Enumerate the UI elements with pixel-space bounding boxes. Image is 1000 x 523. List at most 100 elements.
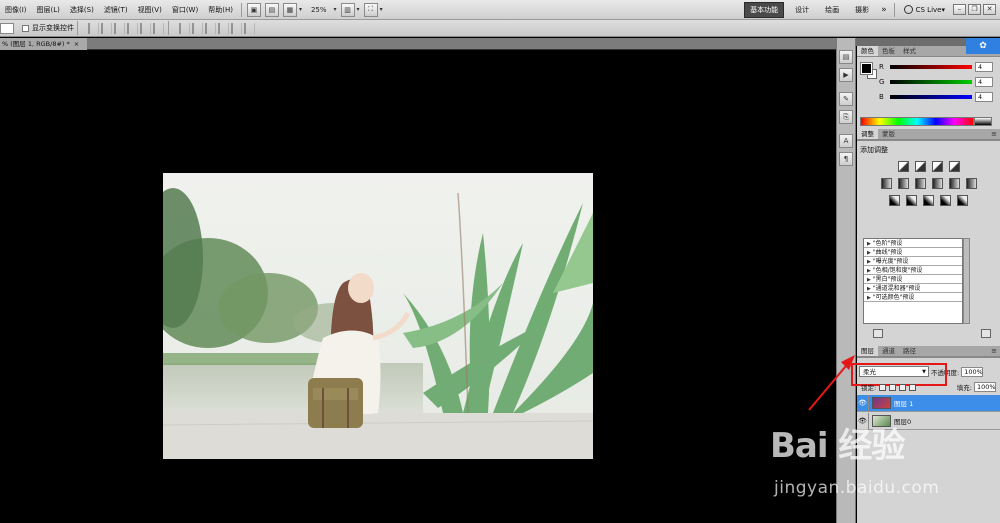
menu-window[interactable]: 窗口(W)	[167, 0, 203, 20]
posterize-icon[interactable]	[906, 195, 917, 206]
distribute-vcenter-icon[interactable]	[192, 22, 203, 34]
blue-slider[interactable]	[890, 95, 972, 99]
chevron-down-icon[interactable]: ▾	[380, 6, 383, 13]
align-vcenter-icon[interactable]	[101, 22, 112, 34]
menu-view[interactable]: 视图(V)	[133, 0, 167, 20]
preset-levels[interactable]: ▶ "色阶"预设	[864, 239, 962, 248]
preset-selective-color[interactable]: ▶ "可选颜色"预设	[864, 293, 962, 302]
chevron-down-icon[interactable]: ▾	[334, 6, 337, 13]
more-workspaces-button[interactable]: »	[881, 5, 887, 15]
selective-color-icon[interactable]	[957, 195, 968, 206]
auto-select-dropdown[interactable]	[0, 22, 14, 34]
tab-swatches[interactable]: 色板	[878, 46, 899, 56]
channel-mixer-icon[interactable]	[965, 178, 977, 189]
tab-masks[interactable]: 蒙版	[878, 129, 899, 139]
green-slider[interactable]	[890, 80, 972, 84]
align-left-icon[interactable]	[127, 22, 138, 34]
color-balance-icon[interactable]	[914, 178, 926, 189]
tab-adjustments[interactable]: 调整	[857, 129, 878, 139]
foreground-color-swatch[interactable]	[860, 62, 873, 75]
tab-channels[interactable]: 通道	[878, 346, 899, 356]
layer-row[interactable]: 👁 图层 1	[857, 394, 1000, 412]
close-tab-icon[interactable]: ×	[74, 40, 79, 48]
tab-color[interactable]: 颜色	[857, 46, 878, 56]
panel-menu-icon[interactable]: ≡	[991, 130, 997, 138]
color-spectrum-bar[interactable]	[860, 117, 974, 126]
arrange-documents-icon[interactable]: ▥	[340, 2, 355, 17]
workspace-essentials[interactable]: 基本功能	[744, 1, 785, 18]
exposure-icon[interactable]	[948, 161, 960, 172]
black-white-icon[interactable]	[931, 178, 943, 189]
baidu-share-icon[interactable]: ✿	[966, 38, 1000, 54]
checkbox-box[interactable]	[22, 24, 29, 32]
history-icon[interactable]: ▤	[839, 50, 853, 64]
menu-layer[interactable]: 图层(L)	[32, 0, 65, 20]
tab-layers[interactable]: 图层	[857, 346, 878, 356]
workspace-painting[interactable]: 绘画	[820, 3, 844, 17]
lock-transparent-icon[interactable]	[879, 383, 887, 391]
distribute-left-icon[interactable]	[218, 22, 229, 34]
grayscale-ramp[interactable]	[974, 117, 992, 126]
new-layer-icon[interactable]	[981, 329, 991, 338]
gradient-map-icon[interactable]	[940, 195, 951, 206]
actions-icon[interactable]: ▶	[839, 68, 853, 82]
distribute-bottom-icon[interactable]	[205, 22, 216, 34]
curves-icon[interactable]	[931, 161, 943, 172]
red-value[interactable]: 4	[975, 62, 993, 72]
paragraph-icon[interactable]: ¶	[839, 152, 853, 166]
fill-input[interactable]: 100%	[974, 382, 996, 392]
red-slider[interactable]	[890, 65, 972, 69]
character-icon[interactable]: A	[839, 134, 853, 148]
workspace-design[interactable]: 设计	[790, 3, 814, 17]
canvas-area[interactable]	[0, 51, 836, 523]
green-value[interactable]: 4	[975, 77, 993, 87]
threshold-icon[interactable]	[923, 195, 934, 206]
zoom-level[interactable]: 25%	[308, 6, 330, 14]
hue-saturation-icon[interactable]	[897, 178, 909, 189]
distribute-top-icon[interactable]	[179, 22, 190, 34]
opacity-input[interactable]: 100%	[961, 366, 984, 377]
photo-filter-icon[interactable]	[948, 178, 960, 189]
document-tab[interactable]: % (图层 1, RGB/8#) * ×	[0, 38, 88, 50]
align-bottom-icon[interactable]	[114, 22, 125, 34]
minibridge-icon[interactable]: ▤	[264, 2, 279, 17]
lock-position-icon[interactable]	[899, 383, 907, 391]
restore-icon[interactable]: ❐	[968, 4, 981, 15]
panel-menu-icon[interactable]: ≡	[991, 347, 997, 355]
align-hcenter-icon[interactable]	[140, 22, 151, 34]
preset-hue-saturation[interactable]: ▶ "色相/饱和度"预设	[864, 266, 962, 275]
tab-paths[interactable]: 路径	[899, 346, 920, 356]
chevron-down-icon[interactable]: ▾	[357, 6, 360, 13]
preset-scrollbar[interactable]	[963, 238, 970, 324]
minimize-icon[interactable]: –	[953, 4, 966, 15]
view-extras-icon[interactable]: ▦	[282, 2, 297, 17]
levels-icon[interactable]	[914, 161, 926, 172]
menu-filter[interactable]: 滤镜(T)	[99, 0, 133, 20]
tab-styles[interactable]: 样式	[899, 46, 920, 56]
lock-image-icon[interactable]	[889, 383, 897, 391]
chevron-down-icon[interactable]: ▾	[299, 6, 302, 13]
close-icon[interactable]: ✕	[983, 4, 996, 15]
brightness-contrast-icon[interactable]	[897, 161, 909, 172]
clone-source-icon[interactable]: ⎘	[839, 110, 853, 124]
cs-live-button[interactable]: CS Live ▾	[903, 5, 945, 14]
show-transform-checkbox[interactable]: 显示变换控件	[22, 23, 74, 33]
bridge-icon[interactable]: ▣	[246, 2, 261, 17]
blue-value[interactable]: 4	[975, 92, 993, 102]
preset-channel-mixer[interactable]: ▶ "通道混和器"预设	[864, 284, 962, 293]
preset-curves[interactable]: ▶ "曲线"预设	[864, 248, 962, 257]
lock-all-icon[interactable]	[909, 383, 917, 391]
menu-help[interactable]: 帮助(H)	[203, 0, 238, 20]
menu-image[interactable]: 图像(I)	[0, 0, 32, 20]
brush-icon[interactable]: ✎	[839, 92, 853, 106]
menu-select[interactable]: 选择(S)	[65, 0, 99, 20]
preset-exposure[interactable]: ▶ "曝光度"预设	[864, 257, 962, 266]
vibrance-icon[interactable]	[880, 178, 892, 189]
clip-icon[interactable]	[873, 329, 883, 338]
align-right-icon[interactable]	[153, 22, 164, 34]
preset-black-white[interactable]: ▶ "黑白"预设	[864, 275, 962, 284]
distribute-hcenter-icon[interactable]	[231, 22, 242, 34]
align-top-icon[interactable]	[88, 22, 99, 34]
invert-icon[interactable]	[889, 195, 900, 206]
workspace-photography[interactable]: 摄影	[850, 3, 874, 17]
